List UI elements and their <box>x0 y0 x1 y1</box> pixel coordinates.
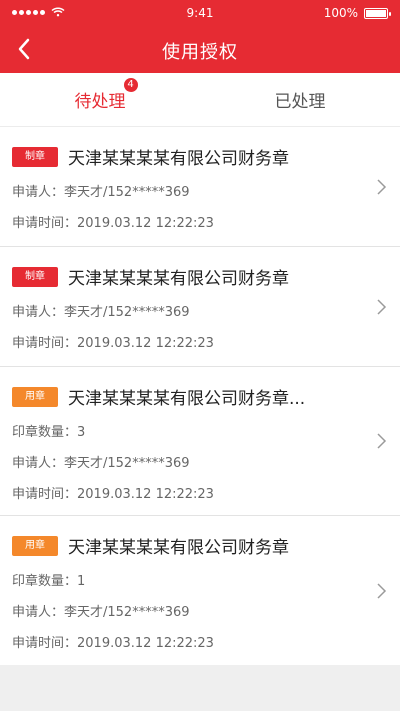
request-type-tag: 用章 <box>12 535 58 556</box>
request-time: 申请时间：2019.03.12 12:22:23 <box>12 636 214 651</box>
request-card[interactable]: 用章 天津某某某某有限公司财务章 印章数量：1 申请人：李天才/152*****… <box>0 516 400 665</box>
chevron-right-icon <box>377 582 387 599</box>
nav-bar: 使用授权 <box>0 26 400 73</box>
request-applicant: 申请人：李天才/152*****369 <box>12 185 190 200</box>
request-type-tag: 制章 <box>12 146 58 167</box>
bottom-blank-area <box>0 665 400 711</box>
page-title: 使用授权 <box>162 42 238 63</box>
request-card[interactable]: 制章 天津某某某某有限公司财务章 申请人：李天才/152*****369 申请时… <box>0 127 400 247</box>
battery-text: 100% <box>323 6 358 20</box>
request-title: 天津某某某某有限公司财务章 <box>68 149 289 169</box>
app-header: 9:41 100% 使用授权 <box>0 0 400 73</box>
request-list: 制章 天津某某某某有限公司财务章 申请人：李天才/152*****369 申请时… <box>0 127 400 665</box>
tab-processed-label: 已处理 <box>274 92 326 112</box>
tab-bar: 待处理 4 已处理 <box>0 73 400 127</box>
request-card[interactable]: 用章 天津某某某某有限公司财务章... 印章数量：3 申请人：李天才/152**… <box>0 367 400 516</box>
request-applicant: 申请人：李天才/152*****369 <box>12 456 190 471</box>
chevron-right-icon <box>377 298 387 315</box>
tab-processed[interactable]: 已处理 <box>200 73 400 126</box>
request-time: 申请时间：2019.03.12 12:22:23 <box>12 336 214 351</box>
chevron-right-icon <box>377 178 387 195</box>
battery-area: 100% <box>323 6 391 20</box>
tab-pending-label: 待处理 <box>74 92 126 112</box>
request-title: 天津某某某某有限公司财务章 <box>68 269 289 289</box>
request-quantity: 印章数量：1 <box>12 574 86 589</box>
chevron-right-icon <box>377 433 387 449</box>
request-applicant: 申请人：李天才/152*****369 <box>12 605 190 620</box>
request-title: 天津某某某某有限公司财务章 <box>68 538 289 558</box>
request-type-tag: 制章 <box>12 266 58 287</box>
request-applicant: 申请人：李天才/152*****369 <box>12 305 190 320</box>
status-bar: 9:41 100% <box>0 0 400 26</box>
request-time: 申请时间：2019.03.12 12:22:23 <box>12 487 214 502</box>
request-time: 申请时间：2019.03.12 12:22:23 <box>12 216 214 231</box>
pending-count-badge: 4 <box>123 78 138 92</box>
tab-pending[interactable]: 待处理 4 <box>0 73 200 126</box>
battery-icon <box>364 7 391 19</box>
request-title: 天津某某某某有限公司财务章... <box>68 389 306 409</box>
request-quantity: 印章数量：3 <box>12 425 86 440</box>
request-card[interactable]: 制章 天津某某某某有限公司财务章 申请人：李天才/152*****369 申请时… <box>0 247 400 367</box>
request-type-tag: 用章 <box>12 386 58 407</box>
